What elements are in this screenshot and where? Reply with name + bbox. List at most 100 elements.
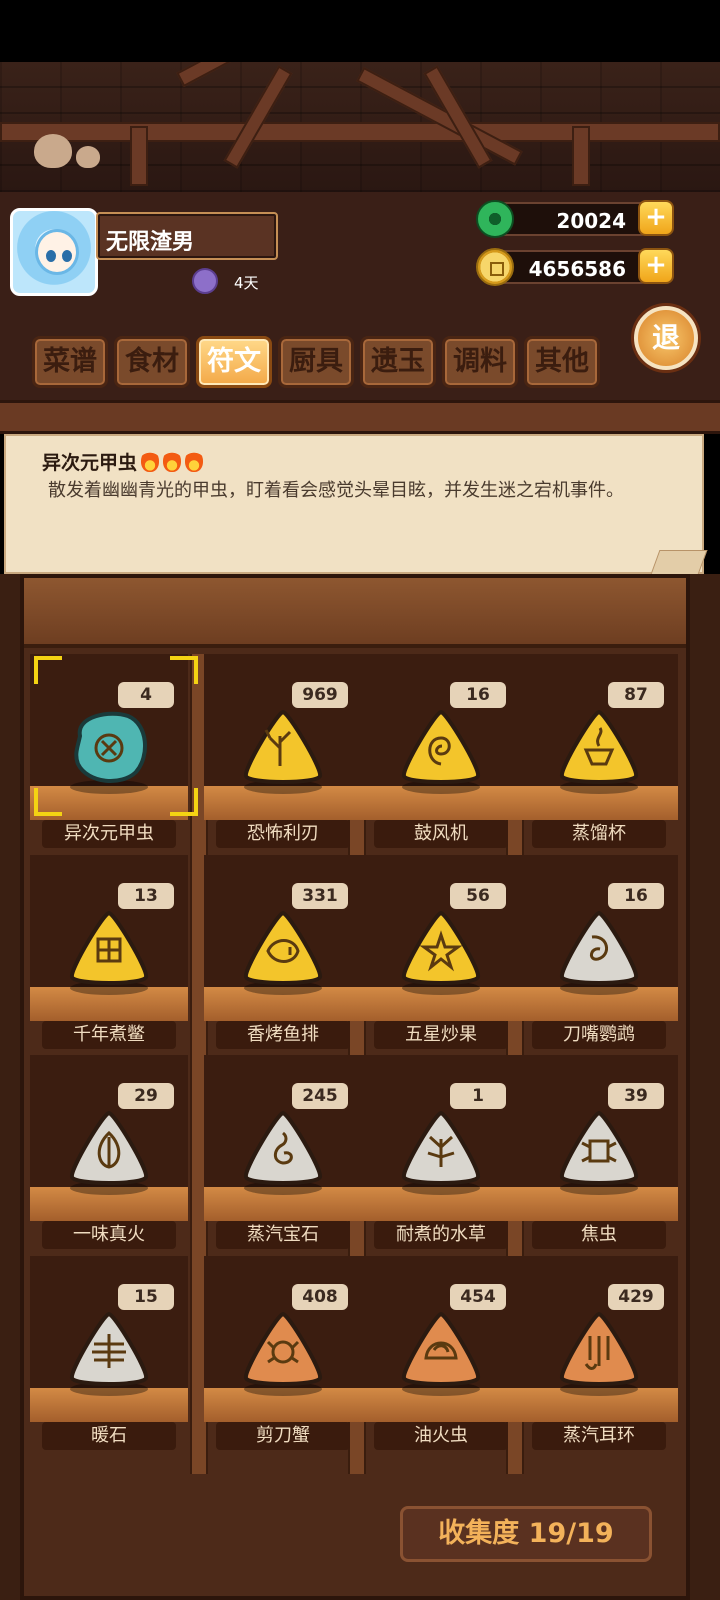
jade-icon xyxy=(476,200,514,238)
tab-0[interactable]: 菜谱 xyxy=(32,336,108,388)
rune-slot[interactable]: 408 剪刀蟹 xyxy=(204,1256,362,1456)
description-title: 异次元甲虫 xyxy=(42,448,204,475)
description-title-text: 异次元甲虫 xyxy=(42,452,138,474)
rune-slot[interactable]: 13 千年煮鳖 xyxy=(30,855,188,1055)
item-name: 蒸汽宝石 xyxy=(216,1221,350,1249)
tab-3[interactable]: 厨具 xyxy=(278,336,354,388)
flame-icon xyxy=(141,450,160,472)
item-name: 剪刀蟹 xyxy=(216,1422,350,1450)
item-name: 一味真火 xyxy=(42,1221,176,1249)
item-name: 暖石 xyxy=(42,1422,176,1450)
item-count: 969 xyxy=(292,682,348,708)
parrot-icon[interactable] xyxy=(556,907,642,987)
item-name: 蒸汽耳环 xyxy=(532,1422,666,1450)
item-count: 454 xyxy=(450,1284,506,1310)
item-description-panel: 异次元甲虫 散发着幽幽青光的甲虫，盯着看会感觉头晕目眩，并发生迷之宕机事件。 xyxy=(4,434,708,580)
waves-icon[interactable] xyxy=(66,1308,152,1388)
item-count: 408 xyxy=(292,1284,348,1310)
shell-bug-icon[interactable] xyxy=(398,1308,484,1388)
item-count: 1 xyxy=(450,1083,506,1109)
crab-icon[interactable] xyxy=(240,1308,326,1388)
item-count: 16 xyxy=(608,883,664,909)
rune-slot[interactable]: 39 焦虫 xyxy=(520,1055,678,1255)
rune-slot[interactable]: 29 一味真火 xyxy=(30,1055,188,1255)
collection-progress: 收集度 19/19 xyxy=(400,1506,652,1562)
item-count: 16 xyxy=(450,682,506,708)
turtle-icon[interactable] xyxy=(66,907,152,987)
item-name: 五星炒果 xyxy=(374,1021,508,1049)
item-name: 鼓风机 xyxy=(374,820,508,848)
rune-slot[interactable]: 429 蒸汽耳环 xyxy=(520,1256,678,1456)
player-avatar[interactable] xyxy=(10,208,98,296)
rune-slot[interactable]: 16 鼓风机 xyxy=(362,654,520,854)
item-count: 56 xyxy=(450,883,506,909)
player-name-box: 无限渣男 xyxy=(96,212,278,260)
item-count: 429 xyxy=(608,1284,664,1310)
exit-button[interactable]: 退 xyxy=(634,306,698,370)
tab-1[interactable]: 食材 xyxy=(114,336,190,388)
flame-icon xyxy=(163,450,182,472)
spiral-icon[interactable] xyxy=(240,1107,326,1187)
tab-2[interactable]: 符文 xyxy=(196,336,272,388)
jade-value: 20024 xyxy=(556,209,626,233)
item-name: 刀嘴鹦鹉 xyxy=(532,1021,666,1049)
item-count: 29 xyxy=(118,1083,174,1109)
shell-icon[interactable] xyxy=(398,706,484,786)
item-name: 千年煮鳖 xyxy=(42,1021,176,1049)
item-name: 异次元甲虫 xyxy=(42,820,176,848)
rune-slot[interactable]: 1 耐煮的水草 xyxy=(362,1055,520,1255)
rune-slot[interactable]: 16 刀嘴鹦鹉 xyxy=(520,855,678,1055)
item-name: 耐煮的水草 xyxy=(374,1221,508,1249)
earring-icon[interactable] xyxy=(556,1308,642,1388)
bug-icon[interactable] xyxy=(556,1107,642,1187)
gold-coin-icon xyxy=(476,248,514,286)
item-name: 香烤鱼排 xyxy=(216,1021,350,1049)
description-text: 散发着幽幽青光的甲虫，盯着看会感觉头晕目眩，并发生迷之宕机事件。 xyxy=(48,480,624,501)
item-count: 245 xyxy=(292,1083,348,1109)
selection-corner xyxy=(34,788,62,816)
player-name: 无限渣男 xyxy=(106,230,195,255)
calendar-icon xyxy=(192,268,218,294)
flame-icon xyxy=(185,450,204,472)
rune-slot[interactable]: 15 暖石 xyxy=(30,1256,188,1456)
beetle-icon[interactable] xyxy=(66,706,152,786)
item-name: 蒸馏杯 xyxy=(532,820,666,848)
cabinet-side-right xyxy=(688,574,720,1600)
status-bar xyxy=(0,0,720,62)
selection-corner xyxy=(170,788,198,816)
rune-slot[interactable]: 331 香烤鱼排 xyxy=(204,855,362,1055)
cabinet-top-lip xyxy=(24,578,686,648)
rune-slot[interactable]: 87 蒸馏杯 xyxy=(520,654,678,854)
rune-slot[interactable]: 56 五星炒果 xyxy=(362,855,520,1055)
antler-icon[interactable] xyxy=(240,706,326,786)
gold-value: 4656586 xyxy=(528,257,626,281)
selection-corner xyxy=(34,656,62,684)
chick-decoration xyxy=(34,134,72,168)
tab-6[interactable]: 其他 xyxy=(524,336,600,388)
item-count: 39 xyxy=(608,1083,664,1109)
rune-slot[interactable]: 969 恐怖利刃 xyxy=(204,654,362,854)
leaf-icon[interactable] xyxy=(66,1107,152,1187)
cabinet-side-left xyxy=(0,574,22,1600)
rune-slot[interactable]: 4 异次元甲虫 xyxy=(30,654,198,854)
attic-roof xyxy=(0,62,720,192)
add-jade-button[interactable]: + xyxy=(638,200,674,236)
collection-label: 收集度 19/19 xyxy=(438,1518,614,1549)
rune-slot[interactable]: 245 蒸汽宝石 xyxy=(204,1055,362,1255)
item-name: 恐怖利刃 xyxy=(216,820,350,848)
waterweed-icon[interactable] xyxy=(398,1107,484,1187)
rune-slot[interactable]: 454 油火虫 xyxy=(362,1256,520,1456)
tab-5[interactable]: 调料 xyxy=(442,336,518,388)
fish-icon[interactable] xyxy=(240,907,326,987)
cup-icon[interactable] xyxy=(556,706,642,786)
item-name: 焦虫 xyxy=(532,1221,666,1249)
item-count: 87 xyxy=(608,682,664,708)
selection-corner xyxy=(170,656,198,684)
add-gold-button[interactable]: + xyxy=(638,248,674,284)
chick-decoration xyxy=(76,146,100,168)
star-icon[interactable] xyxy=(398,907,484,987)
item-name: 油火虫 xyxy=(374,1422,508,1450)
item-count: 331 xyxy=(292,883,348,909)
tab-4[interactable]: 遗玉 xyxy=(360,336,436,388)
category-tabs: 菜谱 食材 符文 厨具 遗玉 调料 其他 xyxy=(32,336,600,388)
